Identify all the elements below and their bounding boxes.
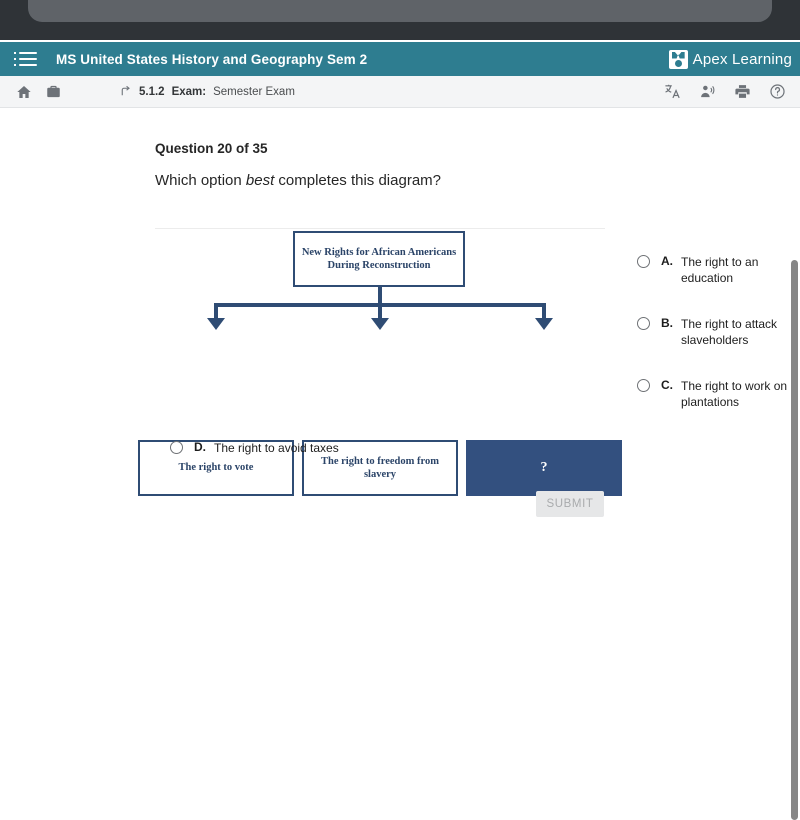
answer-option-a[interactable]: A. The right to an education [637, 254, 789, 286]
option-text-c: The right to work on plantations [681, 379, 788, 410]
answer-option-c[interactable]: C. The right to work on plantations [637, 378, 789, 410]
breadcrumb-name: Semester Exam [213, 85, 295, 98]
hamburger-menu-icon[interactable] [14, 52, 37, 66]
up-level-arrow-icon[interactable] [119, 85, 132, 98]
course-header: MS United States History and Geography S… [0, 42, 800, 76]
radio-button-d[interactable] [170, 441, 183, 454]
question-content: Question 20 of 35 Which option best comp… [0, 108, 790, 801]
radio-button-b[interactable] [637, 317, 650, 330]
radio-button-a[interactable] [637, 255, 650, 268]
browser-chrome-strip: p g [0, 0, 800, 40]
answer-option-d[interactable]: D. The right to avoid taxes [170, 440, 570, 456]
arrowhead-icon-2 [371, 318, 389, 330]
prompt-emphasis: best [245, 172, 275, 189]
apex-logo-mark-icon [668, 49, 688, 69]
answer-option-b[interactable]: B. The right to attack slaveholders [637, 316, 789, 348]
help-icon[interactable] [769, 83, 786, 100]
apex-logo-text: Apex Learning [692, 50, 792, 68]
option-letter-c: C. [661, 378, 673, 392]
question-counter: Question 20 of 35 [155, 141, 268, 156]
nav-toolbar: 5.1.2 Exam: Semester Exam [0, 76, 800, 108]
apex-learning-logo: Apex Learning [668, 49, 792, 69]
briefcase-icon[interactable] [46, 84, 61, 99]
radio-button-c[interactable] [637, 379, 650, 392]
option-text-b: The right to attack slaveholders [681, 317, 778, 348]
arrowhead-icon-1 [207, 318, 225, 330]
prompt-part-2: completes this diagram? [274, 172, 441, 189]
read-aloud-icon[interactable] [699, 83, 716, 100]
option-letter-d: D. [194, 440, 206, 454]
question-prompt: Which option best completes this diagram… [155, 172, 441, 189]
breadcrumb-number[interactable]: 5.1.2 [139, 86, 165, 98]
home-icon[interactable] [16, 84, 32, 100]
option-text-d: The right to avoid taxes [214, 441, 339, 455]
submit-button[interactable]: SUBMIT [536, 491, 604, 517]
print-icon[interactable] [734, 83, 751, 100]
option-letter-b: B. [661, 316, 673, 330]
flowchart-diagram: New Rights for African Americans During … [130, 218, 630, 496]
course-title: MS United States History and Geography S… [56, 51, 368, 67]
browser-tab-bar[interactable]: p g [28, 0, 772, 22]
scrollbar-thumb[interactable] [791, 260, 798, 820]
option-text-a: The right to an education [681, 255, 759, 286]
option-letter-a: A. [661, 254, 673, 268]
prompt-part-1: Which option [155, 172, 246, 189]
scrollbar-track[interactable] [790, 108, 800, 820]
diagram-root-box: New Rights for African Americans During … [293, 231, 465, 287]
breadcrumb: 5.1.2 Exam: Semester Exam [119, 85, 295, 98]
breadcrumb-kind: Exam: [171, 85, 207, 98]
arrowhead-icon-3 [535, 318, 553, 330]
translate-icon[interactable] [664, 83, 681, 100]
